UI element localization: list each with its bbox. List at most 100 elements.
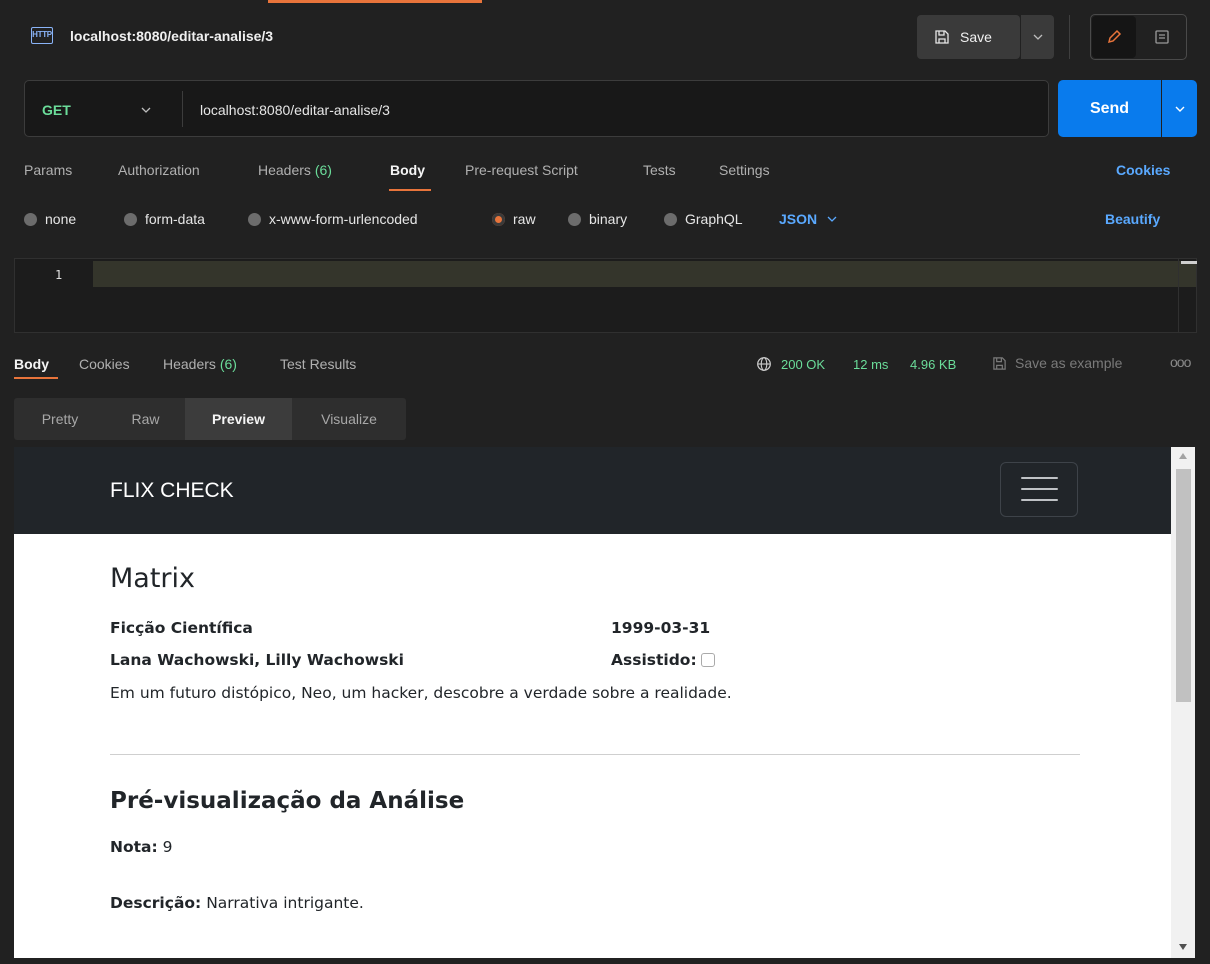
view-tab-visualize[interactable]: Visualize (292, 398, 406, 440)
headers-count: (6) (314, 162, 332, 178)
response-time[interactable]: 12 ms (853, 357, 888, 372)
send-label: Send (1089, 99, 1130, 117)
tab-tests[interactable]: Tests (643, 162, 676, 178)
radio-dot-selected (492, 212, 505, 226)
tab-prerequest-script[interactable]: Pre-request Script (465, 162, 578, 178)
scroll-down-arrow-icon[interactable] (1179, 944, 1187, 950)
comment-icon (1155, 30, 1169, 44)
save-label: Save (960, 29, 992, 45)
active-tab-indicator (268, 0, 482, 3)
chevron-down-icon (827, 216, 837, 222)
send-button[interactable]: Send (1058, 80, 1161, 137)
url-input[interactable]: localhost:8080/editar-analise/3 (200, 102, 390, 118)
hamburger-icon (1021, 488, 1058, 490)
movie-directors: Lana Wachowski, Lilly Wachowski (110, 651, 404, 669)
response-size[interactable]: 4.96 KB (910, 357, 956, 372)
edit-mode-button[interactable] (1092, 16, 1136, 58)
radio-dot (664, 212, 677, 226)
radio-urlencoded-label: x-www-form-urlencoded (269, 211, 418, 227)
editor-scroll-thumb[interactable] (1181, 261, 1197, 264)
save-icon (993, 356, 1006, 370)
radio-dot (568, 212, 581, 226)
radio-form-data-label: form-data (145, 211, 205, 227)
view-tab-preview[interactable]: Preview (185, 398, 292, 440)
radio-dot (24, 212, 37, 226)
status-code[interactable]: 200 OK (781, 357, 825, 372)
tab-params[interactable]: Params (24, 162, 72, 178)
format-select[interactable]: JSON (779, 211, 837, 227)
response-preview: FLIX CHECK Matrix Ficção Científica 1999… (14, 447, 1195, 958)
globe-icon[interactable] (756, 356, 772, 372)
save-as-example-button[interactable]: Save as example (992, 355, 1122, 371)
radio-dot (248, 212, 261, 226)
movie-genre: Ficção Científica (110, 619, 253, 637)
divider (110, 754, 1080, 755)
resp-tab-headers[interactable]: Headers (6) (163, 356, 237, 372)
view-tab-pretty[interactable]: Pretty (14, 398, 106, 440)
resp-tab-test-results[interactable]: Test Results (280, 356, 356, 372)
view-tab-raw[interactable]: Raw (106, 398, 185, 440)
watched-checkbox[interactable] (700, 653, 715, 667)
radio-none[interactable]: none (24, 211, 76, 227)
watched-label: Assistido: (611, 651, 697, 669)
request-tab-bar: HTTP localhost:8080/editar-analise/3 Sav… (14, 0, 1210, 73)
rating-value: 9 (162, 838, 173, 856)
review-section-title: Pré-visualização da Análise (110, 788, 465, 814)
resp-headers-count: (6) (219, 356, 237, 372)
tab-body[interactable]: Body (390, 162, 425, 178)
active-tab-underline (14, 377, 58, 379)
scroll-up-arrow-icon[interactable] (1179, 453, 1187, 459)
hamburger-icon (1021, 477, 1058, 479)
preview-scrollbar[interactable] (1171, 447, 1195, 958)
save-button[interactable]: Save (917, 15, 1020, 59)
format-label: JSON (779, 211, 818, 227)
resp-tab-headers-label: Headers (163, 356, 216, 372)
radio-urlencoded[interactable]: x-www-form-urlencoded (248, 211, 418, 227)
cookies-link[interactable]: Cookies (1116, 162, 1170, 178)
movie-release-date: 1999-03-31 (611, 619, 711, 637)
watched-field: Assistido: (611, 651, 715, 669)
response-view-tabs: Pretty Raw Preview Visualize (14, 398, 406, 440)
send-options-button[interactable] (1162, 80, 1197, 137)
request-tabs: Params Authorization Headers (6) Body Pr… (0, 160, 1210, 192)
tab-headers[interactable]: Headers (6) (258, 162, 332, 178)
rating-label: Nota: (110, 838, 158, 856)
site-brand[interactable]: FLIX CHECK (110, 479, 234, 503)
documentation-button[interactable] (1139, 16, 1185, 58)
chevron-down-icon (1033, 34, 1042, 40)
review-rating: Nota: 9 (110, 838, 173, 856)
radio-binary[interactable]: binary (568, 211, 627, 227)
description-label: Descrição: (110, 894, 202, 912)
tab-authorization[interactable]: Authorization (118, 162, 200, 178)
navbar-toggler-button[interactable] (1000, 462, 1078, 517)
save-icon (935, 30, 949, 44)
radio-raw[interactable]: raw (492, 211, 536, 227)
radio-form-data[interactable]: form-data (124, 211, 205, 227)
preview-scroll-thumb[interactable] (1176, 469, 1191, 702)
body-editor[interactable]: 1 (14, 258, 1197, 333)
more-options-icon[interactable]: ooo (1170, 354, 1191, 370)
resp-tab-cookies[interactable]: Cookies (79, 356, 130, 372)
site-navbar: FLIX CHECK (14, 447, 1171, 534)
resp-tab-body[interactable]: Body (14, 356, 49, 372)
movie-synopsis: Em um futuro distópico, Neo, um hacker, … (110, 684, 732, 702)
save-options-button[interactable] (1021, 15, 1054, 59)
active-line[interactable] (93, 261, 1196, 287)
review-description: Descrição: Narrativa intrigante. (110, 894, 364, 912)
chevron-down-icon[interactable] (141, 107, 151, 113)
radio-graphql[interactable]: GraphQL (664, 211, 743, 227)
request-title[interactable]: localhost:8080/editar-analise/3 (70, 28, 273, 44)
movie-title: Matrix (110, 563, 196, 594)
body-type-selector: none form-data x-www-form-urlencoded raw… (0, 207, 1210, 235)
beautify-button[interactable]: Beautify (1105, 211, 1160, 227)
tab-headers-label: Headers (258, 162, 311, 178)
url-bar: GET localhost:8080/editar-analise/3 (24, 80, 1049, 137)
editor-scrollbar[interactable] (1178, 259, 1197, 332)
divider (1069, 15, 1070, 59)
hamburger-icon (1021, 499, 1058, 501)
line-number: 1 (55, 268, 63, 282)
radio-raw-label: raw (513, 211, 536, 227)
method-select[interactable]: GET (42, 102, 71, 118)
radio-dot (124, 212, 137, 226)
tab-settings[interactable]: Settings (719, 162, 770, 178)
